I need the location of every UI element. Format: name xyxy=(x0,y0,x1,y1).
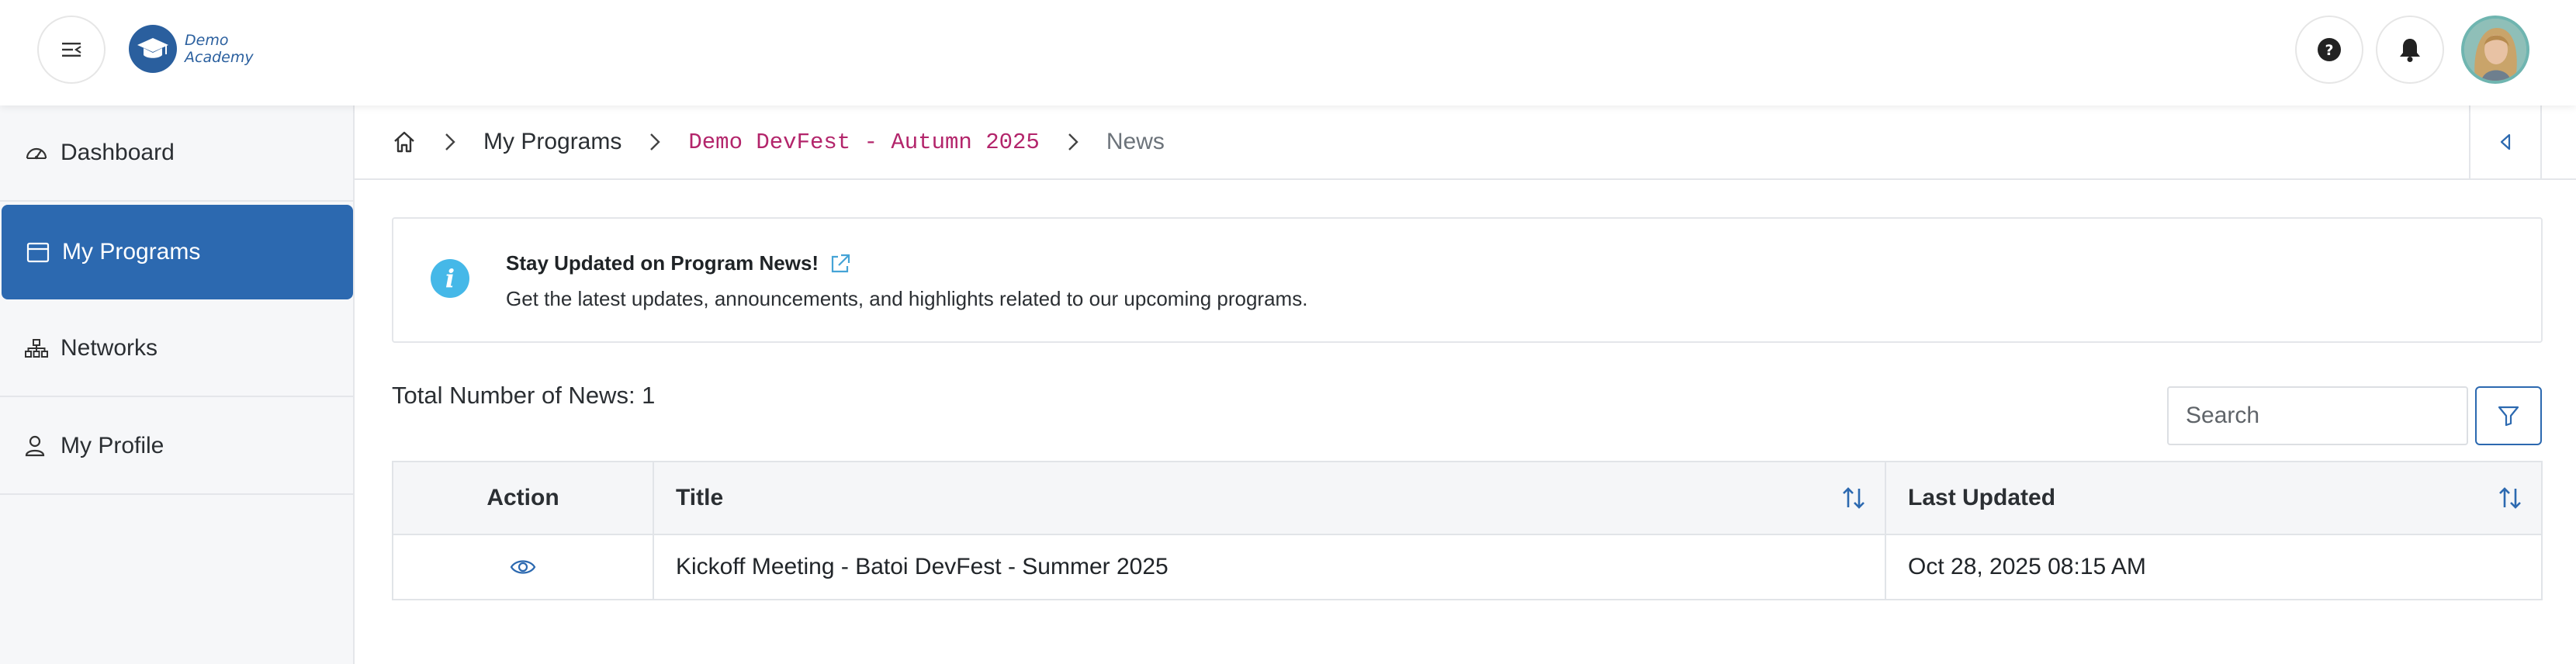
notifications-button[interactable] xyxy=(2376,16,2444,84)
news-title-cell: Kickoff Meeting - Batoi DevFest - Summer… xyxy=(654,535,1886,599)
sidebar-item-label: Networks xyxy=(61,335,158,361)
panel-toggle-button[interactable] xyxy=(2469,105,2542,178)
brand-line-1: Demo xyxy=(185,32,229,49)
menu-toggle-button[interactable] xyxy=(37,16,106,84)
top-header: Demo Academy ? xyxy=(0,0,2576,105)
filter-button[interactable] xyxy=(2475,386,2542,445)
news-total-count: Total Number of News: 1 xyxy=(392,382,656,409)
sort-icon[interactable] xyxy=(2498,486,2522,510)
user-avatar[interactable] xyxy=(2461,16,2529,84)
info-title-text: Stay Updated on Program News! xyxy=(506,251,819,275)
info-banner: i Stay Updated on Program News! Get the … xyxy=(392,217,2543,343)
sidebar-item-my-profile[interactable]: My Profile xyxy=(0,399,353,495)
info-icon: i xyxy=(431,259,469,298)
breadcrumb-current: News xyxy=(1106,129,1165,154)
column-header-title[interactable]: Title xyxy=(654,462,1886,534)
user-icon xyxy=(25,434,48,458)
info-description: Get the latest updates, announcements, a… xyxy=(506,287,1308,310)
filter-icon xyxy=(2498,406,2519,427)
chevron-right-icon xyxy=(1068,133,1079,151)
sidebar: Dashboard My Programs Networks My Profil… xyxy=(0,105,355,664)
help-icon: ? xyxy=(2318,38,2341,61)
caret-left-icon xyxy=(2500,133,2511,150)
calendar-icon xyxy=(26,240,50,264)
info-title: Stay Updated on Program News! xyxy=(506,251,851,275)
sidebar-item-dashboard[interactable]: Dashboard xyxy=(0,105,353,202)
table-row: Kickoff Meeting - Batoi DevFest - Summer… xyxy=(393,535,2541,599)
table-header: Action Title Last Updated xyxy=(393,462,2541,535)
menu-collapse-icon xyxy=(62,43,81,57)
brand-name: Demo Academy xyxy=(185,32,254,66)
external-link-icon[interactable] xyxy=(829,253,851,275)
sidebar-item-networks[interactable]: Networks xyxy=(0,301,353,397)
brand-logo[interactable]: Demo Academy xyxy=(129,25,254,73)
eye-icon[interactable] xyxy=(510,558,536,576)
breadcrumb-program[interactable]: Demo DevFest - Autumn 2025 xyxy=(688,130,1039,155)
sidebar-item-label: My Programs xyxy=(62,239,201,265)
search-input[interactable] xyxy=(2167,386,2468,445)
column-header-action: Action xyxy=(393,462,654,534)
help-button[interactable]: ? xyxy=(2295,16,2363,84)
breadcrumb-my-programs[interactable]: My Programs xyxy=(483,129,621,155)
column-header-last-updated[interactable]: Last Updated xyxy=(1886,462,2541,534)
column-header-title-label: Title xyxy=(676,485,724,510)
last-updated-cell: Oct 28, 2025 08:15 AM xyxy=(1908,554,2146,579)
news-table: Action Title Last Updated Kickoff Meetin… xyxy=(392,461,2543,600)
chevron-right-icon xyxy=(649,133,661,151)
chevron-right-icon xyxy=(445,133,455,151)
bell-icon xyxy=(2400,39,2420,62)
brand-line-2: Academy xyxy=(185,49,254,66)
gauge-icon xyxy=(25,141,48,164)
sidebar-item-label: My Profile xyxy=(61,433,164,458)
breadcrumb: My Programs Demo DevFest - Autumn 2025 N… xyxy=(355,105,2576,180)
network-icon xyxy=(25,337,48,360)
sidebar-item-my-programs[interactable]: My Programs xyxy=(2,205,353,299)
home-icon[interactable] xyxy=(392,130,417,154)
sidebar-item-label: Dashboard xyxy=(61,140,175,165)
sort-icon[interactable] xyxy=(1841,486,1866,510)
column-header-last-updated-label: Last Updated xyxy=(1908,485,2056,510)
graduation-cap-icon xyxy=(129,25,177,73)
action-cell xyxy=(393,535,654,599)
svg-text:?: ? xyxy=(2325,42,2333,59)
